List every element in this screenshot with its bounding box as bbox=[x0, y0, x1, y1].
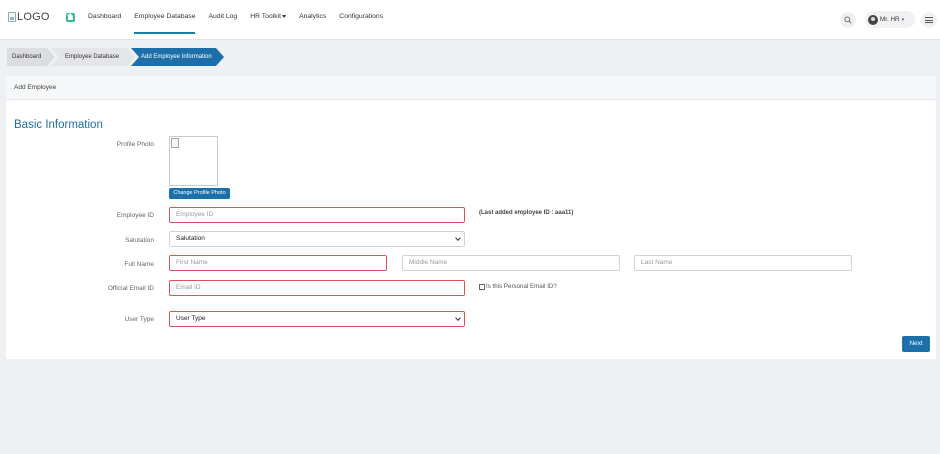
user-name: Mr. HR bbox=[880, 16, 900, 23]
hamburger-line bbox=[925, 17, 933, 18]
chevron-down-icon: ▾ bbox=[901, 16, 905, 23]
avatar bbox=[868, 14, 878, 25]
official-email-label: Official Email ID bbox=[107, 285, 154, 292]
breadcrumb: Dashboard Employee Database Add Employee… bbox=[7, 48, 224, 66]
employee-id-input[interactable]: Employee ID bbox=[169, 207, 465, 223]
last-added-employee-hint: (Last added employee ID : aaa11) bbox=[479, 210, 574, 216]
page-header: Add Employee bbox=[6, 76, 936, 100]
search-icon bbox=[844, 16, 852, 24]
full-name-label: Full Name bbox=[124, 261, 154, 268]
nav-item-configurations[interactable]: Configurations bbox=[339, 0, 383, 34]
home-icon[interactable] bbox=[66, 13, 75, 22]
broken-image-icon bbox=[8, 12, 16, 22]
change-profile-photo-button[interactable]: Change Profile Photo bbox=[169, 188, 230, 199]
nav-item-hr-toolkit[interactable]: HR Toolkit bbox=[250, 0, 287, 34]
logo-text: LOGO bbox=[17, 11, 50, 23]
first-name-input[interactable]: First Name bbox=[169, 255, 387, 271]
logo[interactable]: LOGO bbox=[8, 11, 50, 23]
nav-item-dashboard[interactable]: Dashboard bbox=[88, 0, 121, 34]
user-type-label: User Type bbox=[124, 316, 154, 323]
nav-item-analytics[interactable]: Analytics bbox=[299, 0, 326, 34]
hamburger-menu-button[interactable] bbox=[921, 12, 937, 28]
hamburger-line bbox=[925, 22, 933, 23]
user-menu[interactable]: Mr. HR ▾ bbox=[865, 11, 915, 28]
page-title: Add Employee bbox=[14, 84, 57, 91]
salutation-select[interactable]: Salutation bbox=[169, 231, 465, 247]
search-button[interactable] bbox=[840, 12, 856, 28]
nav-item-audit-log[interactable]: Audit Log bbox=[208, 0, 237, 34]
middle-name-input[interactable]: Middle Name bbox=[402, 255, 620, 271]
personal-email-checkbox[interactable] bbox=[479, 284, 485, 290]
nav-item-employee-database[interactable]: Employee Database bbox=[134, 0, 196, 34]
top-navbar: LOGO Dashboard Employee Database Audit L… bbox=[0, 0, 940, 40]
nav-item-hr-toolkit-label: HR Toolkit bbox=[250, 13, 282, 20]
broken-image-icon bbox=[171, 138, 179, 148]
profile-photo-label: Profile Photo bbox=[116, 141, 154, 148]
salutation-label: Salutation bbox=[125, 237, 154, 244]
hamburger-line bbox=[925, 19, 933, 21]
email-input[interactable]: Email ID bbox=[169, 280, 465, 296]
personal-email-checkbox-label: Is this Personal Email ID? bbox=[486, 283, 557, 290]
profile-photo bbox=[169, 136, 218, 186]
last-name-input[interactable]: Last Name bbox=[634, 255, 852, 271]
basic-information-card: Basic Information Profile Photo Change P… bbox=[6, 100, 936, 359]
employee-id-label: Employee ID bbox=[116, 212, 154, 219]
breadcrumb-dashboard[interactable]: Dashboard bbox=[7, 48, 55, 66]
breadcrumb-employee-database[interactable]: Employee Database bbox=[51, 48, 135, 66]
section-title: Basic Information bbox=[14, 119, 103, 131]
main-nav: Dashboard Employee Database Audit Log HR… bbox=[88, 0, 396, 40]
breadcrumb-add-employee-information: Add Employee Information bbox=[131, 48, 224, 66]
next-button[interactable]: Next bbox=[902, 336, 930, 352]
user-type-select[interactable]: User Type bbox=[169, 311, 465, 327]
caret-down-icon bbox=[282, 14, 287, 18]
